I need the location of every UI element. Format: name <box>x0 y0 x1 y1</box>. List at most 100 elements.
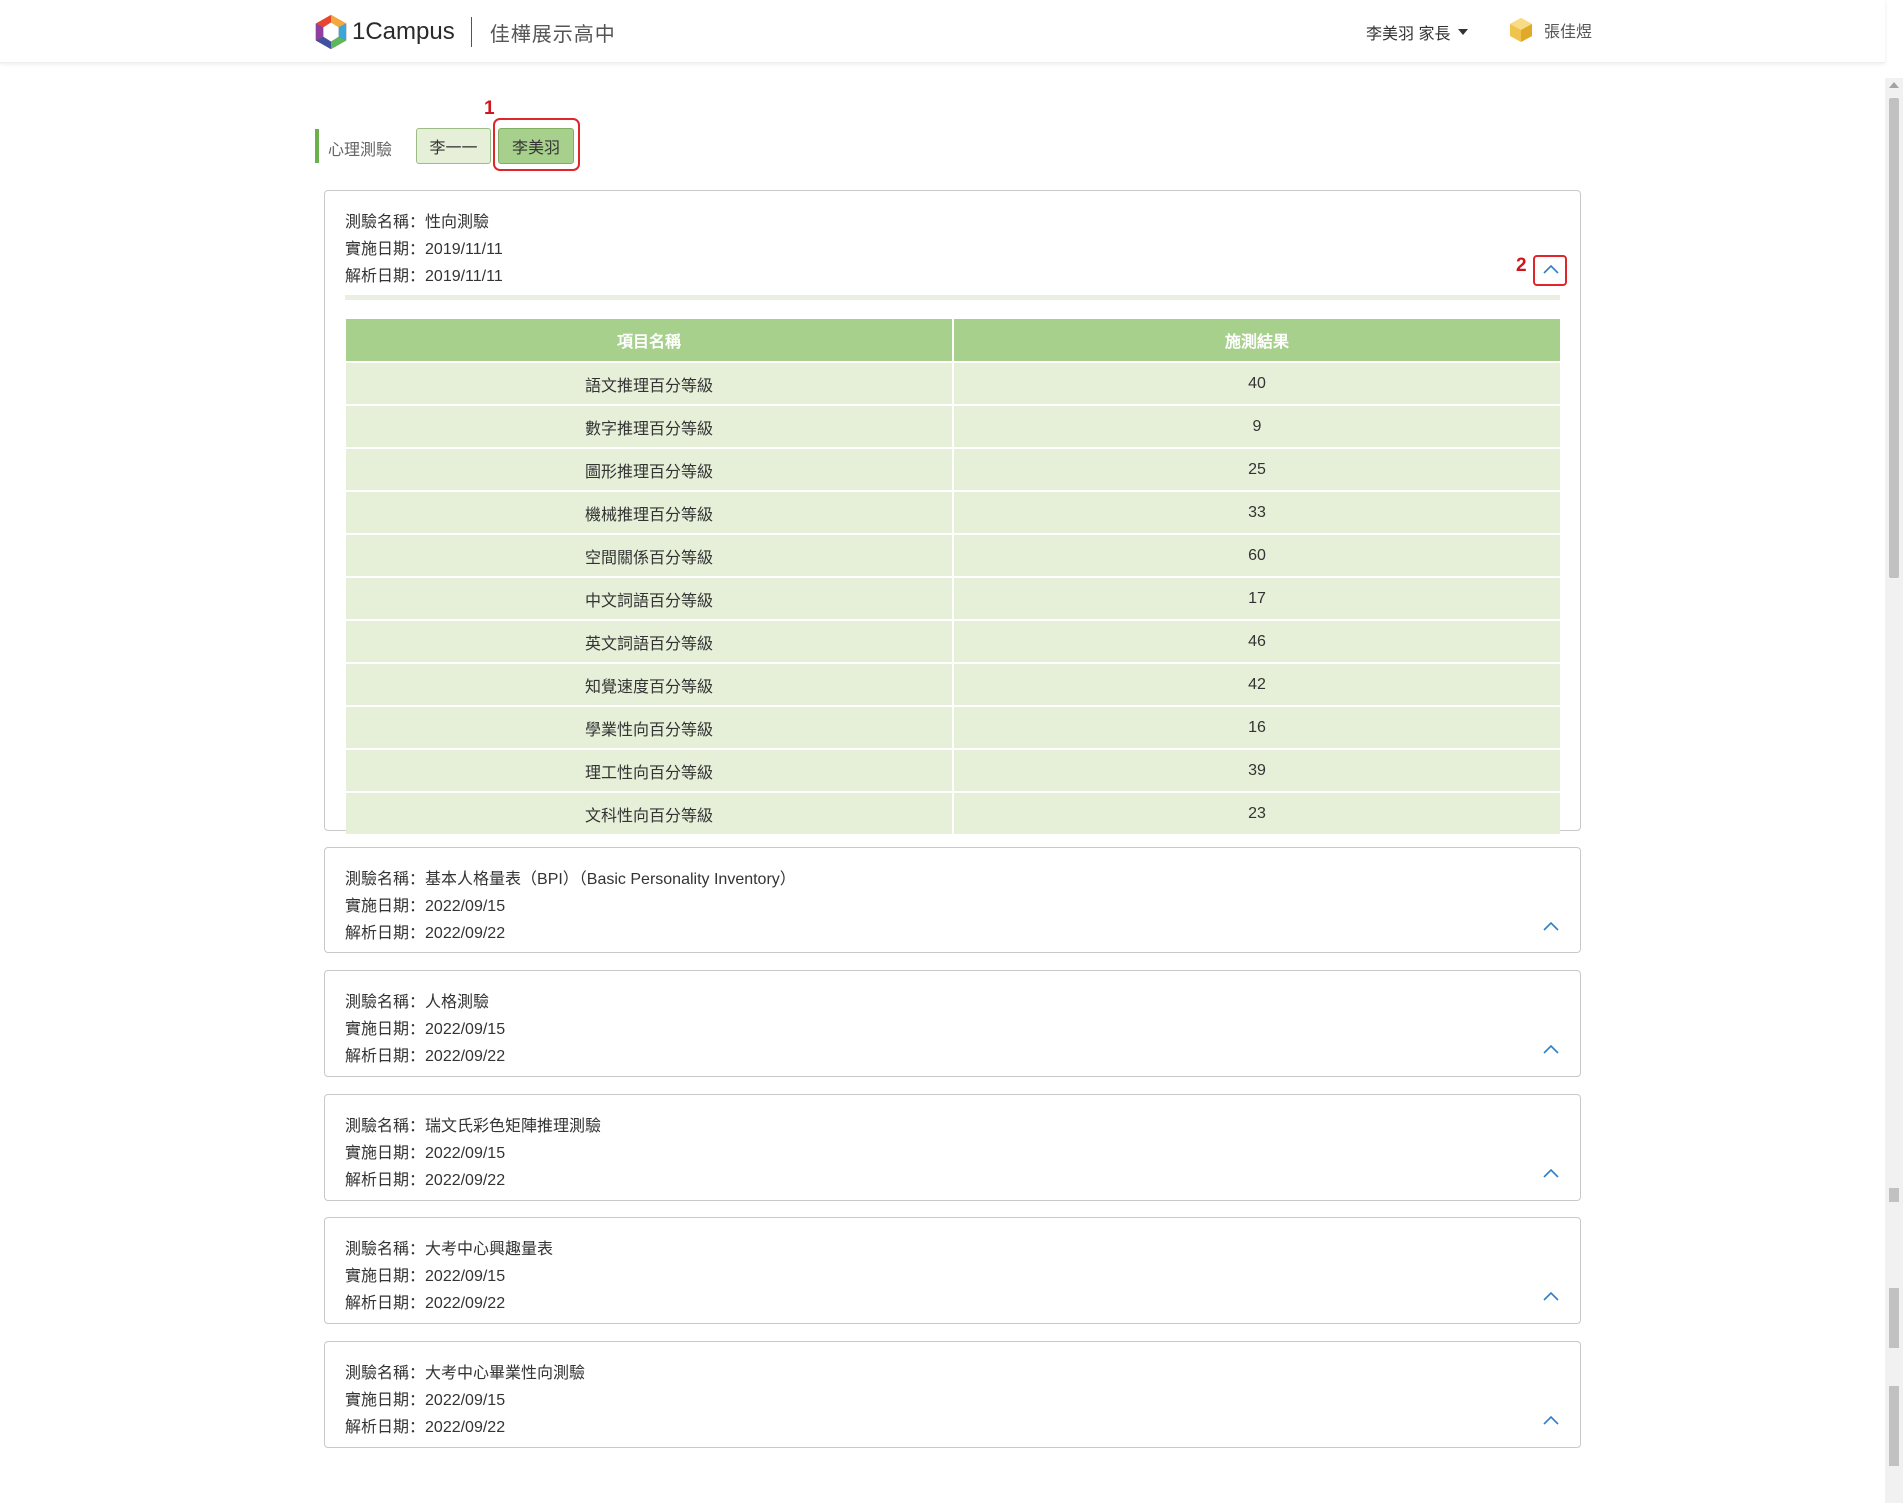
section-label: 心理測驗 <box>328 142 393 159</box>
implement-date-label: 實施日期： <box>345 898 426 915</box>
item-cell: 空間關係百分等級 <box>346 533 954 577</box>
analysis-date-label: 解析日期： <box>345 268 426 285</box>
analysis-date-label: 解析日期： <box>345 1172 426 1189</box>
analysis-date-label: 解析日期： <box>345 1295 426 1312</box>
table-row: 學業性向百分等級 16 <box>346 705 1560 749</box>
expand-chevron-up-icon[interactable] <box>1540 1163 1562 1185</box>
test-name-label: 測驗名稱： <box>345 1118 426 1135</box>
item-cell: 文科性向百分等級 <box>346 791 954 834</box>
result-cell: 46 <box>953 619 1560 663</box>
column-header-result: 施測結果 <box>953 319 1560 362</box>
results-table: 項目名稱 施測結果 語文推理百分等級 40 數字推理百分等級 9 圖形推理百分等級 2… <box>346 319 1560 834</box>
scroll-marker <box>1889 1288 1899 1348</box>
scroll-up-arrow-icon[interactable] <box>1889 82 1899 88</box>
implement-date-label: 實施日期： <box>345 1268 426 1285</box>
result-cell: 23 <box>953 791 1560 834</box>
analysis-date-label: 解析日期： <box>345 1048 426 1065</box>
implement-date-line: 實施日期：2022/09/15 <box>345 892 505 916</box>
test-name-label: 測驗名稱： <box>345 1241 426 1258</box>
table-row: 空間關係百分等級 60 <box>346 533 1560 577</box>
implement-date-value: 2022/09/15 <box>425 898 506 915</box>
item-cell: 中文詞語百分等級 <box>346 576 954 620</box>
table-row: 語文推理百分等級 40 <box>346 361 1560 405</box>
page: 1Campus 佳樺展示高中 李美羽 家長 張佳煜 心理測驗 李一一 李美羽 1 <box>0 0 1903 1512</box>
analysis-date-line: 解析日期：2022/09/22 <box>345 1413 505 1437</box>
expand-chevron-up-icon[interactable] <box>1540 1410 1562 1432</box>
table-row: 機械推理百分等級 33 <box>346 490 1560 534</box>
account-name: 張佳煜 <box>1544 24 1593 41</box>
test-name-line: 測驗名稱：人格測驗 <box>345 988 489 1012</box>
brand[interactable]: 1Campus 佳樺展示高中 <box>312 12 616 52</box>
result-cell: 40 <box>953 361 1560 405</box>
result-cell: 39 <box>953 748 1560 792</box>
scroll-marker <box>1889 1386 1899 1466</box>
implement-date-value: 2022/09/15 <box>425 1021 506 1038</box>
test-card-interest[interactable]: 測驗名稱：大考中心興趣量表 實施日期：2022/09/15 解析日期：2022/… <box>324 1217 1581 1324</box>
student-tab-li-yiyi[interactable]: 李一一 <box>416 128 491 164</box>
implement-date-value: 2022/09/15 <box>425 1268 506 1285</box>
analysis-date-value: 2022/09/22 <box>425 925 506 942</box>
analysis-date-label: 解析日期： <box>345 1419 426 1436</box>
table-row: 文科性向百分等級 23 <box>346 791 1560 834</box>
implement-date-value: 2022/09/15 <box>425 1392 506 1409</box>
implement-date-label: 實施日期： <box>345 1145 426 1162</box>
result-cell: 42 <box>953 662 1560 706</box>
table-row: 英文詞語百分等級 46 <box>346 619 1560 663</box>
test-card-raven[interactable]: 測驗名稱：瑞文氏彩色矩陣推理測驗 實施日期：2022/09/15 解析日期：20… <box>324 1094 1581 1201</box>
implement-date-line: 實施日期：2022/09/15 <box>345 1262 505 1286</box>
1campus-logo-icon <box>315 14 347 50</box>
test-name-value: 性向測驗 <box>425 214 490 231</box>
table-row: 中文詞語百分等級 17 <box>346 576 1560 620</box>
implement-date-label: 實施日期： <box>345 1021 426 1038</box>
page-scrollbar[interactable] <box>1885 78 1903 1503</box>
analysis-date-value: 2019/11/11 <box>425 268 503 285</box>
annotation-box-1 <box>493 118 580 171</box>
implement-date-label: 實施日期： <box>345 241 426 258</box>
implement-date-line: 實施日期：2019/11/11 <box>345 235 503 259</box>
account-profile[interactable]: 張佳煜 <box>1508 17 1592 43</box>
implement-date-line: 實施日期：2022/09/15 <box>345 1139 505 1163</box>
implement-date-label: 實施日期： <box>345 1392 426 1409</box>
brand-name: 1Campus <box>352 18 455 45</box>
table-row: 數字推理百分等級 9 <box>346 404 1560 448</box>
analysis-date-value: 2022/09/22 <box>425 1048 506 1065</box>
test-card-bpi[interactable]: 測驗名稱：基本人格量表（BPI）（Basic Personality Inven… <box>324 847 1581 953</box>
test-name-line: 測驗名稱：基本人格量表（BPI）（Basic Personality Inven… <box>345 865 796 889</box>
test-name-value: 瑞文氏彩色矩陣推理測驗 <box>425 1118 602 1135</box>
results-header-row: 項目名稱 施測結果 <box>346 319 1560 362</box>
test-name-value: 人格測驗 <box>425 994 490 1011</box>
implement-date-line: 實施日期：2022/09/15 <box>345 1015 505 1039</box>
item-cell: 英文詞語百分等級 <box>346 619 954 663</box>
result-cell: 17 <box>953 576 1560 620</box>
analysis-date-value: 2022/09/22 <box>425 1172 506 1189</box>
expand-chevron-up-icon[interactable] <box>1540 1039 1562 1061</box>
annotation-number-1: 1 <box>484 98 495 119</box>
result-cell: 60 <box>953 533 1560 577</box>
analysis-date-line: 解析日期：2022/09/22 <box>345 1289 505 1313</box>
card-divider <box>345 295 1560 300</box>
test-name-line: 測驗名稱：大考中心畢業性向測驗 <box>345 1359 585 1383</box>
test-card-graduation-aptitude[interactable]: 測驗名稱：大考中心畢業性向測驗 實施日期：2022/09/15 解析日期：202… <box>324 1341 1581 1448</box>
school-name: 佳樺展示高中 <box>489 23 616 46</box>
scroll-thumb[interactable] <box>1889 98 1899 578</box>
table-row: 理工性向百分等級 39 <box>346 748 1560 792</box>
expand-chevron-up-icon[interactable] <box>1540 916 1562 938</box>
expand-chevron-up-icon[interactable] <box>1540 1286 1562 1308</box>
test-name-value: 基本人格量表（BPI）（Basic Personality Inventory） <box>425 871 796 888</box>
table-row: 圖形推理百分等級 25 <box>346 447 1560 491</box>
analysis-date-line: 解析日期：2022/09/22 <box>345 919 505 943</box>
annotation-number-2: 2 <box>1516 255 1527 276</box>
implement-date-value: 2019/11/11 <box>425 241 503 258</box>
item-cell: 圖形推理百分等級 <box>346 447 954 491</box>
implement-date-value: 2022/09/15 <box>425 1145 506 1162</box>
caret-down-icon <box>1458 29 1469 35</box>
analysis-date-line: 解析日期：2019/11/11 <box>345 262 503 286</box>
scroll-marker <box>1889 1188 1899 1202</box>
item-cell: 學業性向百分等級 <box>346 705 954 749</box>
parent-user-menu[interactable]: 李美羽 家長 <box>1366 20 1469 44</box>
top-navbar: 1Campus 佳樺展示高中 李美羽 家長 張佳煜 <box>0 0 1885 63</box>
test-name-label: 測驗名稱： <box>345 994 426 1011</box>
result-cell: 33 <box>953 490 1560 534</box>
result-cell: 9 <box>953 404 1560 448</box>
test-card-personality[interactable]: 測驗名稱：人格測驗 實施日期：2022/09/15 解析日期：2022/09/2… <box>324 970 1581 1077</box>
